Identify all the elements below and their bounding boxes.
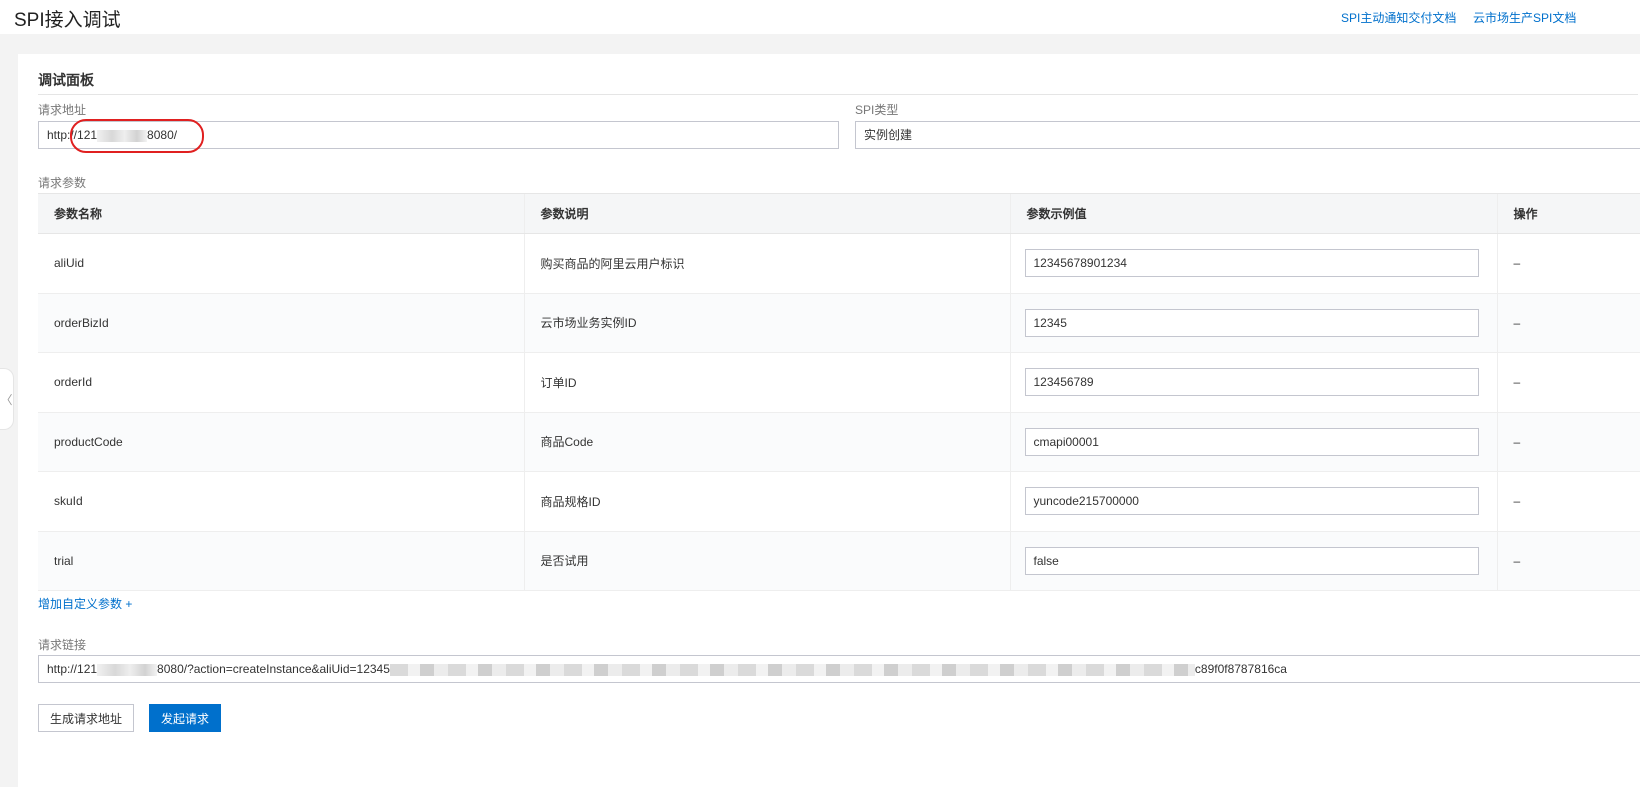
request-params-label: 请求参数 xyxy=(38,176,87,190)
param-action: – xyxy=(1496,233,1640,294)
spi-type-label: SPI类型 xyxy=(855,103,899,117)
param-action: – xyxy=(1496,412,1640,472)
link-prefix: http://121 xyxy=(47,662,98,676)
chevron-left-icon: 〈 xyxy=(0,392,13,407)
param-action: – xyxy=(1496,352,1640,413)
param-name: skuId xyxy=(38,471,524,532)
url-suffix: 8080/ xyxy=(147,128,178,142)
send-request-button[interactable]: 发起请求 xyxy=(149,704,221,732)
param-value-input[interactable]: yuncode215700000 xyxy=(1024,487,1479,516)
param-action: – xyxy=(1496,293,1640,353)
top-bar: SPI接入调试 SPI主动通知交付文档 云市场生产SPI文档 xyxy=(0,0,1640,34)
table-header-row: 参数名称 参数说明 参数示例值 操作 xyxy=(38,193,1640,234)
redacted-region xyxy=(97,129,148,142)
divider xyxy=(38,94,1638,95)
param-value-input[interactable]: 12345 xyxy=(1024,308,1479,337)
table-row: productCode 商品Code cmapi00001 – xyxy=(38,412,1640,472)
debug-panel: 调试面板 请求地址 http://121 8080/ SPI类型 实例创建 请求参… xyxy=(18,54,1640,787)
link-middle: 8080/?action=createInstance&aliUid=12345 xyxy=(157,662,390,676)
request-address-label: 请求地址 xyxy=(38,103,87,117)
link-suffix: c89f0f8787816ca xyxy=(1194,662,1287,676)
request-address-input[interactable]: http://121 8080/ xyxy=(38,121,839,149)
table-row: trial 是否试用 false – xyxy=(38,531,1640,591)
param-desc: 商品Code xyxy=(523,412,1010,472)
param-name: trial xyxy=(38,531,524,591)
param-name: aliUid xyxy=(38,233,524,294)
url-prefix: http://121 xyxy=(47,128,98,142)
collapse-sidebar-handle[interactable]: 〈 xyxy=(0,368,14,430)
redacted-region xyxy=(97,663,158,676)
param-desc: 订单ID xyxy=(523,352,1010,413)
param-desc: 云市场业务实例ID xyxy=(523,293,1010,353)
column-header-value: 参数示例值 xyxy=(1009,193,1497,234)
param-desc: 是否试用 xyxy=(523,531,1010,591)
table-row: aliUid 购买商品的阿里云用户标识 12345678901234 – xyxy=(38,233,1640,294)
param-value-input[interactable]: false xyxy=(1024,546,1479,575)
table-row: orderBizId 云市场业务实例ID 12345 – xyxy=(38,293,1640,353)
column-header-action: 操作 xyxy=(1496,193,1640,234)
redacted-region xyxy=(389,663,1195,676)
add-custom-param-link[interactable]: 增加自定义参数 + xyxy=(38,595,132,612)
spi-notify-doc-link[interactable]: SPI主动通知交付文档 xyxy=(1341,9,1456,26)
spi-production-doc-link[interactable]: 云市场生产SPI文档 xyxy=(1473,9,1576,26)
param-name: orderId xyxy=(38,352,524,413)
table-row: orderId 订单ID 123456789 – xyxy=(38,352,1640,413)
param-desc: 商品规格ID xyxy=(523,471,1010,532)
param-action: – xyxy=(1496,471,1640,532)
param-value-input[interactable]: 123456789 xyxy=(1024,368,1479,397)
param-desc: 购买商品的阿里云用户标识 xyxy=(523,233,1010,294)
column-header-desc: 参数说明 xyxy=(523,193,1010,234)
params-table: 参数名称 参数说明 参数示例值 操作 aliUid 购买商品的阿里云用户标识 1… xyxy=(38,193,1640,591)
spi-type-value: 实例创建 xyxy=(864,128,913,142)
column-header-name: 参数名称 xyxy=(38,193,524,234)
request-link-input[interactable]: http://121 8080/?action=createInstance&al… xyxy=(38,655,1640,683)
param-value-input[interactable]: cmapi00001 xyxy=(1024,427,1479,456)
param-action: – xyxy=(1496,531,1640,591)
param-value-input[interactable]: 12345678901234 xyxy=(1024,249,1479,278)
param-name: productCode xyxy=(38,412,524,472)
generate-url-button[interactable]: 生成请求地址 xyxy=(38,704,134,732)
spi-type-select[interactable]: 实例创建 xyxy=(855,121,1640,149)
page-title: SPI接入调试 xyxy=(14,10,121,31)
panel-title: 调试面板 xyxy=(38,72,94,88)
request-link-label: 请求链接 xyxy=(38,638,87,652)
table-row: skuId 商品规格ID yuncode215700000 – xyxy=(38,471,1640,532)
param-name: orderBizId xyxy=(38,293,524,353)
